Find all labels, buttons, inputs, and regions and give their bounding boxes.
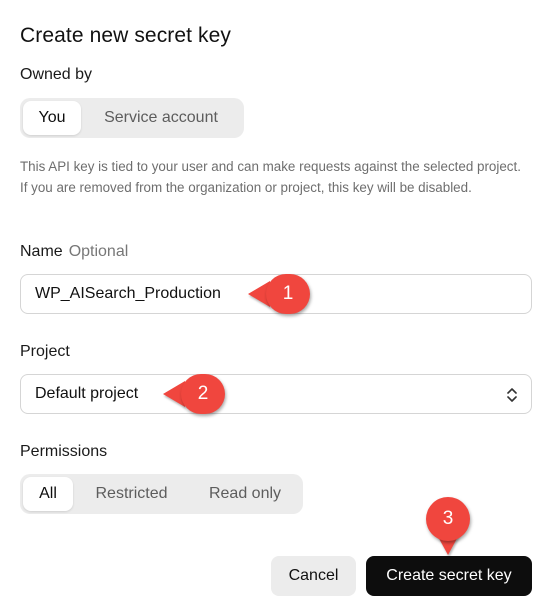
name-input-value: WP_AISearch_Production: [35, 285, 221, 302]
callout-2: 2: [163, 374, 225, 414]
api-key-description: This API key is tied to your user and ca…: [20, 159, 521, 195]
permissions-option-read-only[interactable]: Read only: [190, 477, 300, 511]
owned-by-label: Owned by: [20, 66, 93, 83]
owned-by-segmented-control: You Service account: [20, 98, 244, 138]
name-optional-hint: Optional: [68, 243, 129, 260]
callout-2-number: 2: [181, 374, 225, 414]
permissions-option-all[interactable]: All: [23, 477, 73, 511]
permissions-label: Permissions: [20, 443, 108, 460]
cancel-button[interactable]: Cancel: [271, 556, 356, 596]
callout-3: 3: [426, 497, 470, 557]
create-secret-key-dialog: Create new secret key Owned by You Servi…: [0, 0, 546, 609]
name-label: Name Optional: [20, 243, 128, 261]
permissions-segmented-control: All Restricted Read only: [20, 474, 303, 514]
project-select-value: Default project: [35, 385, 139, 402]
project-label: Project: [20, 343, 70, 360]
project-select[interactable]: Default project: [20, 374, 532, 414]
dialog-title: Create new secret key: [20, 24, 232, 47]
permissions-option-restricted[interactable]: Restricted: [73, 477, 190, 511]
chevron-up-down-icon: [507, 388, 517, 402]
owned-by-option-you[interactable]: You: [23, 101, 81, 135]
owned-by-option-service-account[interactable]: Service account: [81, 101, 241, 135]
callout-1: 1: [248, 274, 310, 314]
callout-3-number: 3: [426, 497, 470, 541]
callout-1-number: 1: [266, 274, 310, 314]
name-label-text: Name: [20, 243, 63, 260]
create-secret-key-button[interactable]: Create secret key: [366, 556, 532, 596]
